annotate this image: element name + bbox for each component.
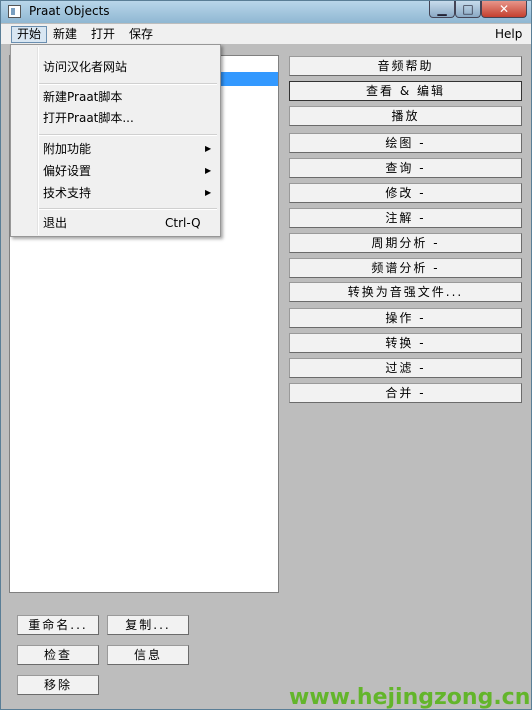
menu-new[interactable]: 新建 [48, 26, 82, 43]
quit-shortcut: Ctrl-Q [165, 216, 201, 230]
extras-item[interactable]: 附加功能 [43, 141, 91, 157]
menu-gutter [37, 47, 39, 235]
menu-start[interactable]: 开始 [11, 26, 48, 43]
visit-site-item[interactable]: 访问汉化者网站 [43, 59, 127, 75]
sound-help-button[interactable]: 音频帮助 [289, 56, 522, 76]
start-menu-dropdown: 访问汉化者网站 新建Praat脚本 打开Praat脚本... 附加功能 ▶ 偏好… [10, 44, 221, 237]
tech-support-item[interactable]: 技术支持 [43, 185, 91, 201]
info-button[interactable]: 信息 [107, 645, 189, 665]
window-title: Praat Objects [29, 4, 110, 18]
maximize-button[interactable]: □ [455, 1, 481, 18]
app-icon [8, 5, 21, 18]
annotate-button[interactable]: 注解 - [289, 208, 522, 228]
menu-bar: 开始 新建 打开 保存 Help [1, 24, 531, 44]
praat-objects-window: Praat Objects ▁ □ ✕ 开始 新建 打开 保存 Help 音频帮… [0, 0, 532, 710]
remove-button[interactable]: 移除 [17, 675, 99, 695]
inspect-button[interactable]: 检查 [17, 645, 99, 665]
quit-item[interactable]: 退出 [43, 215, 67, 231]
watermark: www.hejingzong.cn [289, 685, 531, 710]
preferences-item[interactable]: 偏好设置 [43, 163, 91, 179]
minimize-button[interactable]: ▁ [429, 1, 455, 18]
operate-button[interactable]: 操作 - [289, 308, 522, 328]
query-button[interactable]: 查询 - [289, 158, 522, 178]
copy-button[interactable]: 复制... [107, 615, 189, 635]
periodicity-button[interactable]: 周期分析 - [289, 233, 522, 253]
title-bar[interactable]: Praat Objects ▁ □ ✕ [1, 1, 531, 23]
to-intensity-button[interactable]: 转换为音强文件... [289, 282, 522, 302]
menu-help[interactable]: Help [490, 26, 527, 43]
modify-button[interactable]: 修改 - [289, 183, 522, 203]
combine-button[interactable]: 合并 - [289, 383, 522, 403]
draw-button[interactable]: 绘图 - [289, 133, 522, 153]
spectrum-button[interactable]: 频谱分析 - [289, 258, 522, 278]
menu-open[interactable]: 打开 [86, 26, 120, 43]
menu-separator [39, 134, 217, 136]
close-button[interactable]: ✕ [481, 1, 527, 18]
submenu-arrow-icon: ▶ [205, 188, 212, 197]
menu-separator [39, 208, 217, 210]
rename-button[interactable]: 重命名... [17, 615, 99, 635]
submenu-arrow-icon: ▶ [205, 144, 212, 153]
menu-separator [39, 83, 217, 85]
play-button[interactable]: 播放 [289, 106, 522, 126]
open-script-item[interactable]: 打开Praat脚本... [43, 110, 134, 126]
filter-button[interactable]: 过滤 - [289, 358, 522, 378]
new-script-item[interactable]: 新建Praat脚本 [43, 89, 122, 105]
menu-save[interactable]: 保存 [124, 26, 158, 43]
convert-button[interactable]: 转换 - [289, 333, 522, 353]
submenu-arrow-icon: ▶ [205, 166, 212, 175]
view-edit-button[interactable]: 查看 & 编辑 [289, 81, 522, 101]
